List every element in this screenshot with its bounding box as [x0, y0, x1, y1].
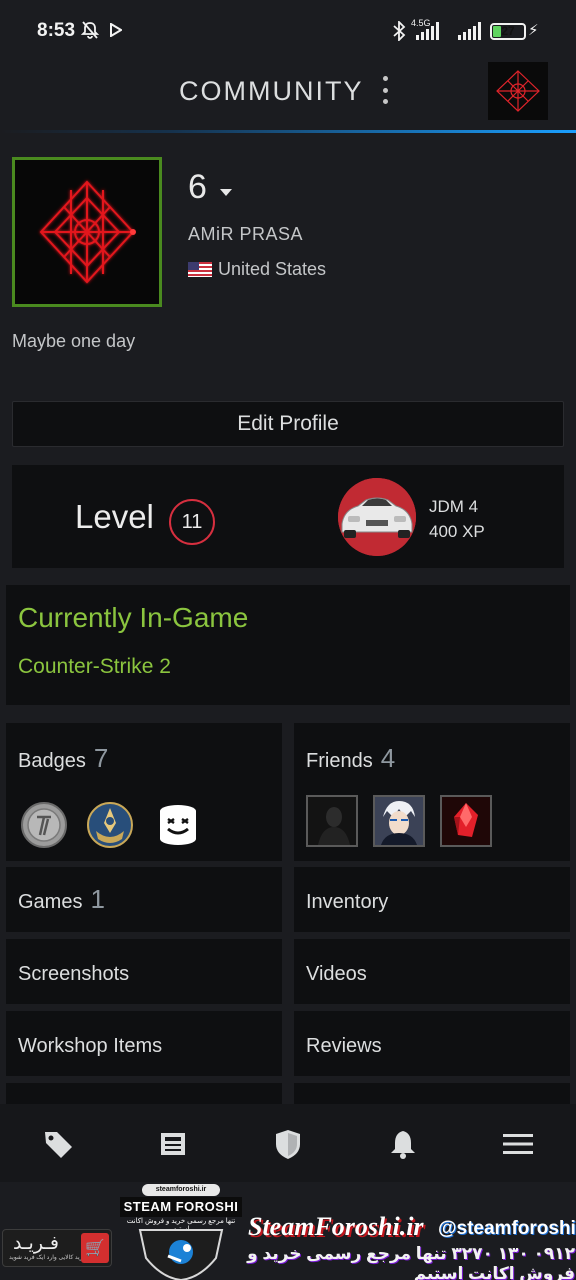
profile-summary: Maybe one day	[12, 331, 136, 351]
watermark-banner: فـريـد برای خرید کالایی وارد ایک فرید شو…	[0, 1182, 576, 1280]
badges-tile[interactable]: Badges 7	[6, 723, 282, 861]
app-header: COMMUNITY	[0, 62, 576, 133]
shop-name: فـريـد	[13, 1233, 59, 1254]
battery-level: 27	[501, 24, 515, 38]
games-count: 1	[90, 884, 105, 914]
signal-icon	[416, 22, 439, 40]
shield-icon[interactable]	[270, 1126, 306, 1162]
header-accent-line	[0, 130, 576, 133]
profile-location: United States	[188, 259, 326, 280]
current-game-link[interactable]: Counter-Strike 2	[18, 655, 171, 679]
reviews-label: Reviews	[306, 1035, 382, 1057]
friends-label: Friends	[306, 750, 373, 772]
signal-icon	[458, 22, 481, 40]
badges-label: Badges	[18, 750, 86, 772]
status-bar: 8:53 4.5G 27 ⚡	[0, 0, 576, 62]
marshmello-badge-icon[interactable]	[154, 801, 202, 849]
inventory-label: Inventory	[306, 891, 389, 913]
games-tile[interactable]: Games 1	[6, 867, 282, 932]
workshop-label: Workshop Items	[18, 1035, 163, 1057]
service-medal-icon[interactable]	[86, 801, 134, 849]
status-time: 8:53	[37, 20, 76, 41]
badge-info: JDM 4 400 XP	[429, 494, 485, 544]
in-game-panel[interactable]: Currently In-Game Counter-Strike 2	[6, 585, 570, 705]
level-badge: 11	[169, 499, 215, 545]
profile-level-selector[interactable]: 6	[188, 168, 207, 207]
bell-off-icon	[80, 20, 100, 45]
logo-site: steamforoshi.ir	[142, 1184, 220, 1196]
steam-profile-screen: 8:53 4.5G 27 ⚡ COMMUNITY 6 AMiR PRASA Un…	[0, 0, 576, 1280]
watermark-handle: @steamforoshi	[438, 1218, 576, 1239]
logo-brand: STEAM FOROSHI	[120, 1197, 242, 1217]
friend-avatar[interactable]	[306, 795, 358, 847]
videos-label: Videos	[306, 963, 367, 985]
kebab-menu-icon[interactable]	[380, 76, 390, 104]
edit-profile-button[interactable]: Edit Profile	[12, 401, 564, 447]
hamburger-menu-icon[interactable]	[500, 1126, 536, 1162]
level-label: Level	[75, 498, 154, 535]
battery-icon: 27	[490, 23, 526, 40]
car-badge-icon	[338, 478, 416, 556]
screenshots-tile[interactable]: Screenshots	[6, 939, 282, 1004]
bottom-navigation	[0, 1104, 576, 1184]
us-flag-icon	[188, 262, 212, 277]
watermark-tagline: ۰۹۱۲ ۱۳۰ ۳۲۷۰ تنها مرجع رسمی خرید و فروش…	[247, 1244, 575, 1280]
friend-avatar[interactable]	[440, 795, 492, 847]
shop-logo: فـريـد برای خرید کالایی وارد ایک فرید شو…	[2, 1229, 112, 1267]
badge-name: JDM 4	[429, 497, 479, 516]
in-game-status: Currently In-Game	[18, 602, 249, 633]
games-label: Games	[18, 891, 83, 913]
bluetooth-icon	[392, 19, 406, 46]
friends-count: 4	[380, 743, 396, 773]
page-title: COMMUNITY	[179, 76, 364, 106]
level-value: 11	[181, 510, 203, 533]
reviews-tile[interactable]: Reviews	[294, 1011, 570, 1076]
bell-icon[interactable]	[385, 1126, 421, 1162]
friend-avatar[interactable]	[373, 795, 425, 847]
profile-name: AMiR PRASA	[188, 224, 304, 244]
chevron-down-icon[interactable]	[220, 189, 232, 196]
level-panel[interactable]: Level 11 JDM 4 400 XP	[12, 465, 564, 568]
inventory-tile[interactable]: Inventory	[294, 867, 570, 932]
user-avatar-button[interactable]	[488, 62, 548, 120]
play-icon	[110, 22, 123, 42]
badges-count: 7	[93, 743, 109, 773]
location-label: United States	[218, 259, 327, 279]
watermark-site: SteamForoshi.ir	[248, 1212, 424, 1241]
videos-tile[interactable]: Videos	[294, 939, 570, 1004]
tag-icon[interactable]	[40, 1126, 76, 1162]
coin-badge-icon[interactable]	[20, 801, 68, 849]
profile-avatar[interactable]	[12, 157, 162, 307]
cart-icon: 🛒	[81, 1233, 109, 1263]
badge-xp: 400 XP	[429, 522, 485, 541]
news-icon[interactable]	[155, 1126, 191, 1162]
friends-tile[interactable]: Friends 4	[294, 723, 570, 861]
workshop-tile[interactable]: Workshop Items	[6, 1011, 282, 1076]
charging-icon: ⚡	[528, 22, 539, 39]
screenshots-label: Screenshots	[18, 963, 130, 985]
